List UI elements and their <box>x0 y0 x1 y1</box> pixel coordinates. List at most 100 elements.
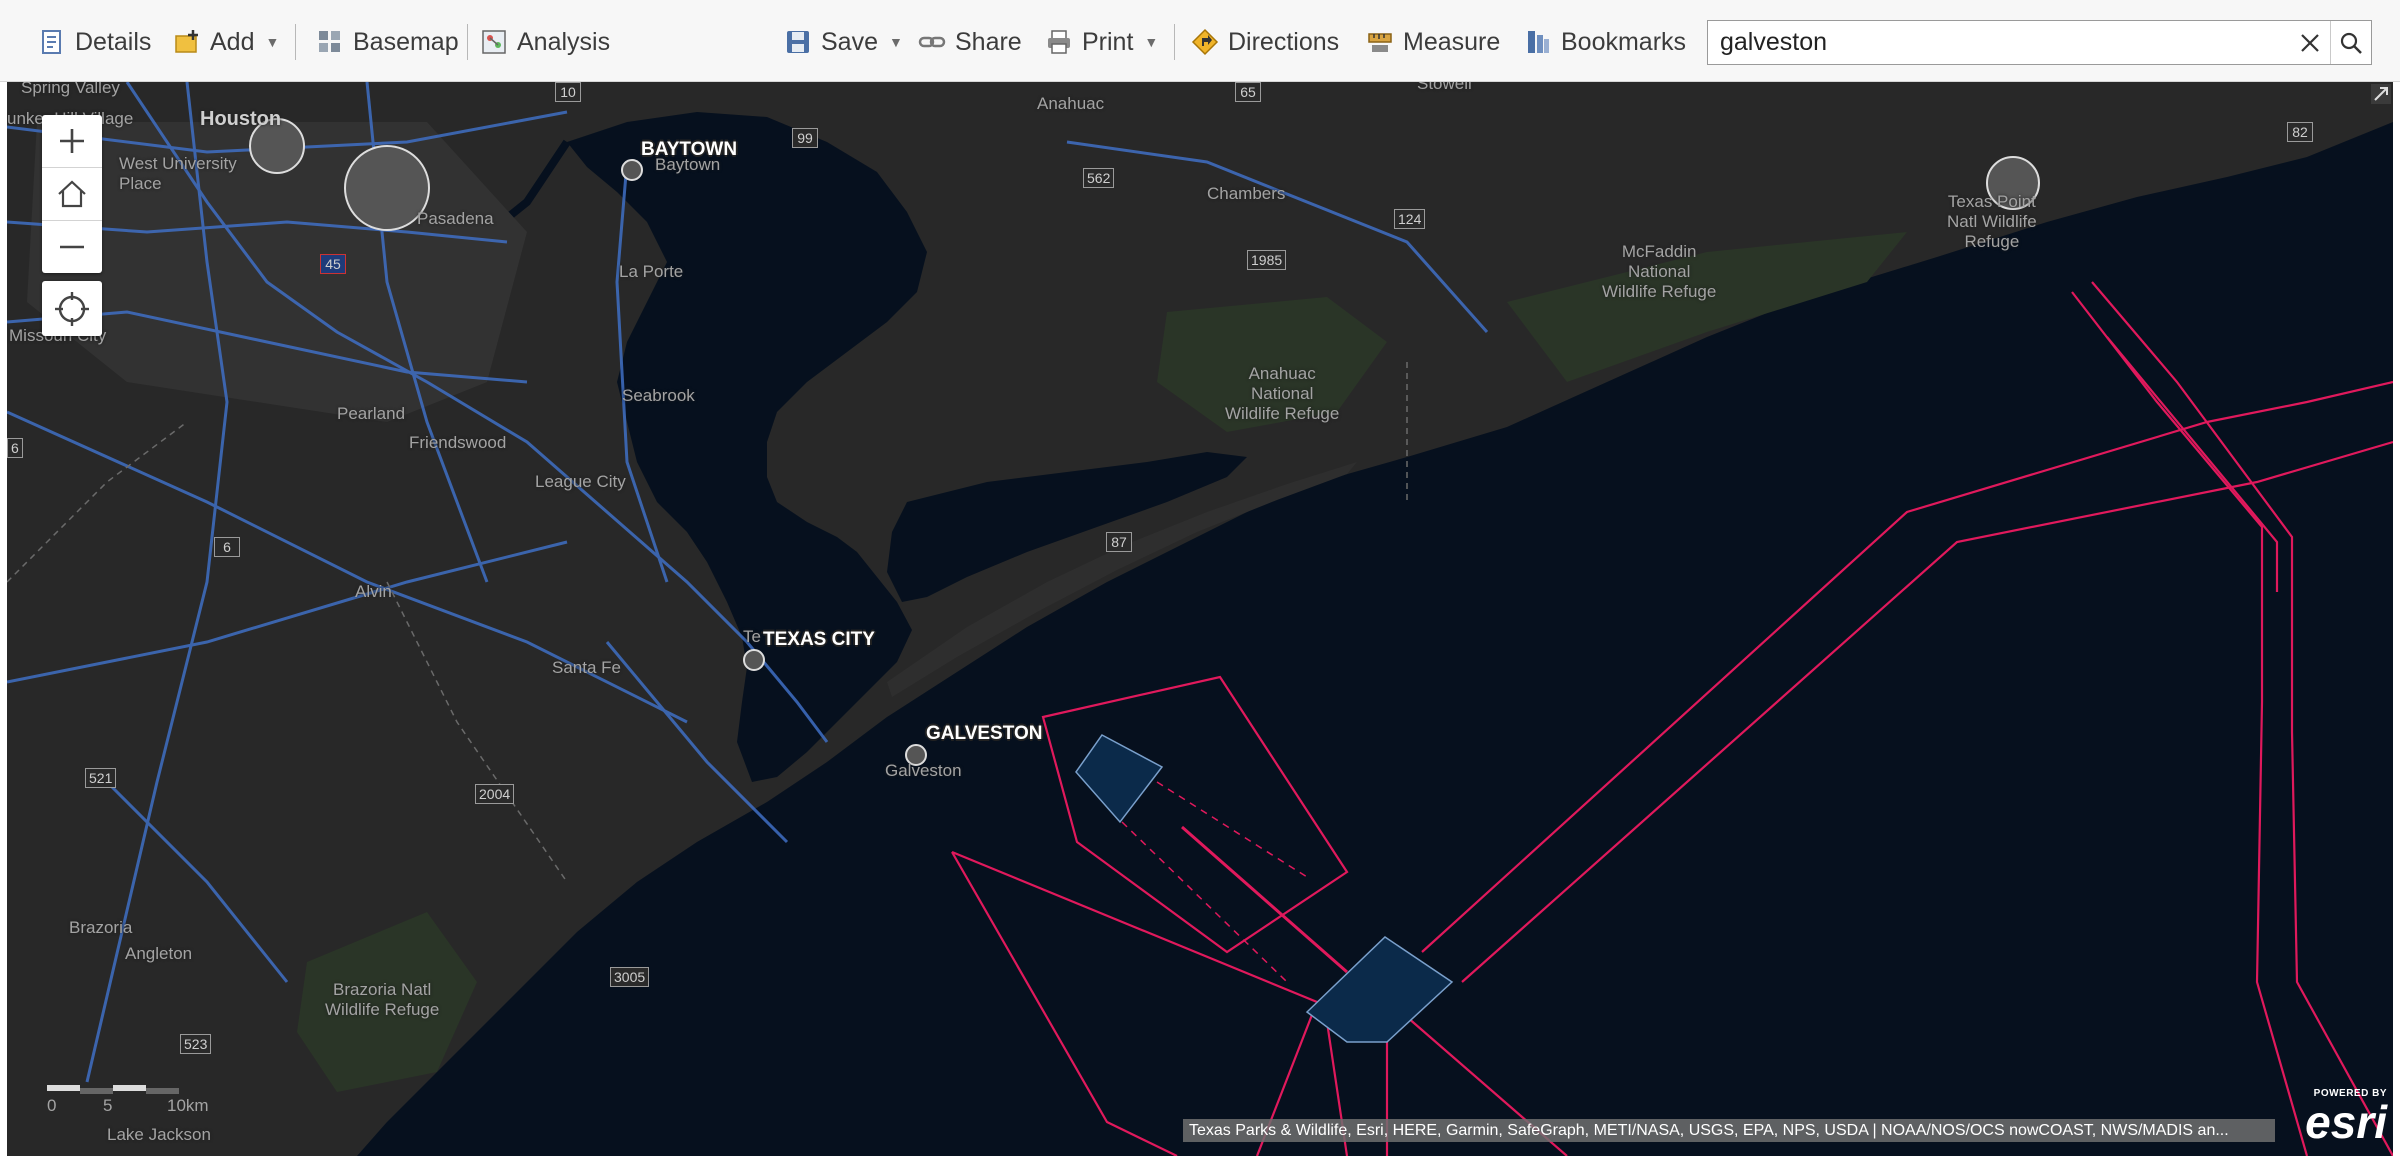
measure-label: Measure <box>1403 27 1501 56</box>
directions-label: Directions <box>1228 27 1340 56</box>
locate-button[interactable] <box>42 281 102 336</box>
anchorage-area-south[interactable] <box>1305 936 1454 1043</box>
highway-shield-87: 87 <box>1106 532 1132 552</box>
attribution-bar[interactable]: Texas Parks & Wildlife, Esri, HERE, Garm… <box>1183 1119 2275 1142</box>
search-button[interactable] <box>2330 21 2371 64</box>
home-button[interactable] <box>42 168 102 221</box>
scale-segment <box>146 1088 179 1094</box>
highway-shield-6-edge: 6 <box>7 438 23 458</box>
zoom-in-button[interactable] <box>42 115 102 168</box>
measure-icon <box>1368 33 1392 52</box>
search-input[interactable] <box>1708 22 2290 63</box>
label-west-university: West University <box>119 154 237 173</box>
label-anahuac-refuge-line3: Wildlife Refuge <box>1225 404 1340 423</box>
print-button[interactable]: Print ▼ <box>1045 20 1158 64</box>
toolbar-divider <box>1174 24 1175 60</box>
highway-shield-124: 124 <box>1394 209 1426 229</box>
highway-shield-45: 45 <box>320 254 346 274</box>
printer-icon <box>1048 30 1070 54</box>
label-spring-valley: Spring Valley <box>21 82 120 97</box>
label-mcfaddin-line1: McFaddin <box>1621 242 1697 261</box>
share-label: Share <box>955 27 1022 56</box>
locate-icon <box>55 291 89 326</box>
label-santa-fe: Santa Fe <box>552 658 621 677</box>
search-box <box>1707 20 2372 65</box>
label-friendswood: Friendswood <box>409 433 507 452</box>
minus-icon <box>60 245 84 249</box>
label-brazoria-refuge: Brazoria Natl Wildlife Refuge <box>325 980 439 1020</box>
measure-button[interactable]: Measure <box>1366 20 1500 64</box>
details-button[interactable]: Details <box>38 20 151 64</box>
label-texas-point-line3: Refuge <box>1964 232 2020 251</box>
marker-baytown[interactable] <box>621 159 643 181</box>
label-mcfaddin-refuge: McFaddin National Wildlife Refuge <box>1602 242 1716 302</box>
highway-shield-521: 521 <box>85 768 117 788</box>
highway-shield-99: 99 <box>792 128 818 148</box>
marker-texas-city[interactable] <box>743 649 765 671</box>
highway-shield-2004: 2004 <box>475 784 515 804</box>
basemap-button[interactable]: Basemap <box>316 20 459 64</box>
directions-button[interactable]: Directions <box>1191 20 1339 64</box>
label-mcfaddin-line2: National <box>1627 262 1691 281</box>
label-texas-point-refuge: Texas Point Natl Wildlife Refuge <box>1947 192 2037 252</box>
label-brazoria: Brazoria <box>69 918 133 937</box>
city-label-galveston: GALVESTON <box>926 723 1043 744</box>
highway-shield-6: 6 <box>214 537 240 557</box>
label-la-porte: La Porte <box>619 262 684 281</box>
print-label: Print <box>1082 27 1134 56</box>
label-league-city: League City <box>535 472 626 491</box>
channel-line <box>1181 825 1348 974</box>
bookmarks-icon <box>1528 31 1549 53</box>
analysis-label: Analysis <box>517 27 611 56</box>
label-brazoria-refuge-line1: Brazoria Natl <box>333 980 432 999</box>
label-texas-point-line1: Texas Point <box>1947 192 2036 211</box>
label-anahuac: Anahuac <box>1037 94 1105 113</box>
save-icon <box>787 31 809 53</box>
highway-shield-10: 10 <box>555 82 581 102</box>
map-view[interactable]: Spring Valley unker Hill Village Houston… <box>7 82 2393 1156</box>
save-button[interactable]: Save ▼ <box>784 20 903 64</box>
scale-label-0: 0 <box>47 1096 57 1115</box>
chevron-down-icon: ▼ <box>1144 34 1159 50</box>
label-anahuac-refuge-line2: National <box>1250 384 1314 403</box>
bookmarks-button[interactable]: Bookmarks <box>1524 20 1686 64</box>
label-chambers: Chambers <box>1207 184 1286 203</box>
label-anahuac-refuge-line1: Anahuac <box>1248 364 1316 383</box>
scale-bar <box>47 1085 179 1094</box>
label-pasadena: Pasadena <box>417 209 494 228</box>
label-texas-point-line2: Natl Wildlife <box>1947 212 2037 231</box>
home-icon <box>58 180 86 208</box>
share-button[interactable]: Share <box>918 20 1022 64</box>
toolbar: Details Add ▼ Basemap Analysis Save ▼ Sh… <box>0 0 2400 82</box>
clear-search-button[interactable] <box>2290 21 2330 64</box>
toolbar-divider <box>295 24 296 60</box>
label-seabrook: Seabrook <box>622 386 695 405</box>
expand-icon[interactable] <box>2369 82 2393 106</box>
label-lake-jackson: Lake Jackson <box>107 1125 211 1144</box>
basemap-label: Basemap <box>353 27 459 56</box>
scale-label-10km: 10km <box>167 1096 209 1115</box>
label-pearland: Pearland <box>337 404 406 423</box>
scale-label-5: 5 <box>103 1096 113 1115</box>
label-anahuac-refuge: Anahuac National Wildlife Refuge <box>1225 364 1339 424</box>
zoom-controls <box>42 115 102 273</box>
label-brazoria-refuge-line2: Wildlife Refuge <box>325 1000 440 1019</box>
zoom-out-button[interactable] <box>42 221 102 273</box>
highway-shield-82: 82 <box>2287 122 2313 142</box>
scale-segment <box>80 1088 113 1094</box>
label-mcfaddin-line3: Wildlife Refuge <box>1602 282 1717 301</box>
chevron-down-icon: ▼ <box>265 34 280 50</box>
esri-logo[interactable]: POWERED BY esri <box>2277 1088 2387 1148</box>
directions-icon <box>1191 28 1219 56</box>
search-icon <box>2340 32 2362 54</box>
analysis-button[interactable]: Analysis <box>480 20 610 64</box>
anchorage-area-north[interactable] <box>1075 734 1164 824</box>
highway-shield-523: 523 <box>180 1034 212 1054</box>
link-icon <box>918 36 946 48</box>
channel-dashed-north <box>1156 781 1308 878</box>
label-place: Place <box>119 174 162 193</box>
close-icon <box>2301 33 2319 52</box>
toolbar-divider <box>467 24 468 60</box>
add-label: Add <box>210 27 255 56</box>
add-button[interactable]: Add ▼ <box>173 20 279 64</box>
